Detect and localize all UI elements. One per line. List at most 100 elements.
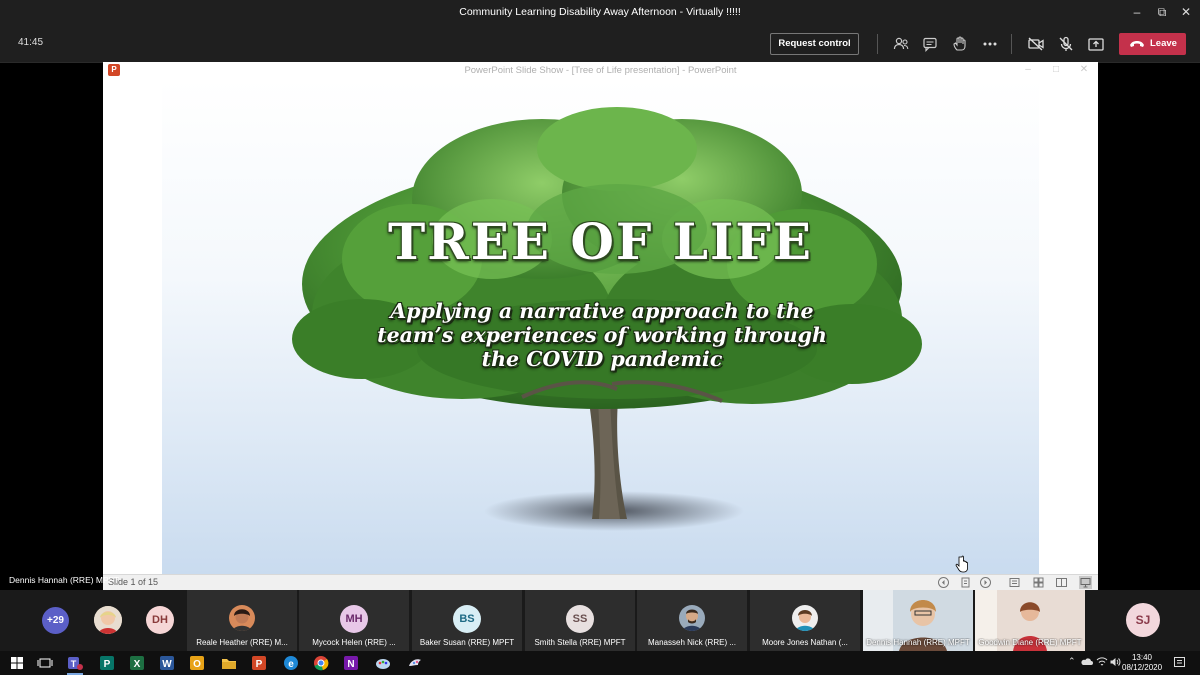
volume-icon[interactable] (1109, 656, 1121, 668)
word-icon[interactable]: W (158, 654, 176, 672)
participant-initials: BS (453, 605, 481, 633)
participant-initials: MH (340, 605, 368, 633)
participant-video-tile[interactable]: Dennis Hannah (RRE) MPFT (863, 590, 973, 651)
ppt-window-titlebar: P PowerPoint Slide Show - [Tree of Life … (103, 62, 1098, 79)
participant-avatar-photo[interactable] (94, 606, 122, 634)
file-explorer-icon[interactable] (220, 654, 238, 672)
ppt-window-title: PowerPoint Slide Show - [Tree of Life pr… (464, 65, 737, 76)
leave-label: Leave (1150, 38, 1177, 49)
publisher-icon[interactable]: P (98, 654, 116, 672)
slide-sorter-icon[interactable] (1032, 576, 1045, 589)
slide-subtitle-line: the COVID pandemic (481, 347, 723, 371)
participant-name: Moore Jones Nathan (... (762, 638, 848, 647)
svg-text:e: e (288, 659, 294, 670)
separator (877, 34, 878, 54)
edge-icon[interactable]: e (282, 654, 300, 672)
participant-video-tile[interactable]: Goodwin Diane (RRE) MPFT (975, 590, 1085, 651)
show-hidden-icons-icon[interactable]: ⌃ (1068, 656, 1076, 667)
raise-hand-icon[interactable] (950, 34, 970, 54)
powerpoint-icon[interactable]: P (250, 654, 268, 672)
participant-name: Manasseh Nick (RRE) ... (647, 638, 737, 647)
svg-text:O: O (193, 659, 201, 670)
participant-tile[interactable]: SS Smith Stella (RRE) MPFT (525, 590, 635, 651)
participant-name: Smith Stella (RRE) MPFT (534, 638, 626, 647)
paint-icon[interactable] (374, 654, 392, 672)
phone-hangup-icon (1130, 41, 1144, 47)
participant-initials-avatar[interactable]: DH (146, 606, 174, 634)
svg-text:P: P (104, 659, 111, 670)
slide-letterbox-right (1039, 79, 1098, 574)
task-view-icon[interactable] (36, 654, 54, 672)
ppt-close-icon[interactable]: ✕ (1077, 63, 1091, 77)
chat-icon[interactable] (920, 34, 940, 54)
excel-icon[interactable]: X (128, 654, 146, 672)
outlook-icon[interactable]: O (188, 654, 206, 672)
chrome-icon[interactable] (312, 654, 330, 672)
presenter-name-label: Dennis Hannah (RRE) MPFT (9, 575, 120, 585)
onenote-icon[interactable]: N (342, 654, 360, 672)
hand-cursor-icon (955, 555, 968, 573)
participant-initials: SS (566, 605, 594, 633)
participant-strip: +29 DH Reale Heather (RRE) M... MH Mycoc… (0, 590, 1200, 651)
slide-title: TREE OF LIFE (387, 212, 813, 271)
windows-taskbar: T P X W O P e N ⌃ 13:40 08/12/2020 (0, 651, 1200, 675)
participant-photo (229, 605, 255, 631)
svg-text:T: T (71, 659, 77, 669)
close-icon[interactable]: ✕ (1177, 4, 1195, 20)
next-slide-icon[interactable] (979, 576, 992, 589)
ppt-minimize-icon[interactable]: – (1021, 63, 1035, 77)
system-clock[interactable]: 13:40 08/12/2020 (1122, 653, 1162, 673)
participant-photo (679, 605, 705, 631)
more-actions-icon[interactable] (980, 34, 1000, 54)
teams-icon[interactable]: T (66, 654, 84, 675)
windows-start-icon[interactable] (8, 654, 26, 672)
participant-name: Goodwin Diane (RRE) MPFT (978, 638, 1082, 647)
participant-initials-avatar[interactable]: SJ (1126, 603, 1160, 637)
restore-icon[interactable]: ⧉ (1153, 4, 1171, 20)
participant-photo (792, 605, 818, 631)
window-titlebar: Community Learning Disability Away After… (0, 0, 1200, 25)
participant-name: Dennis Hannah (RRE) MPFT (866, 638, 970, 647)
more-participants-badge[interactable]: +29 (42, 607, 69, 634)
svg-text:X: X (134, 659, 141, 670)
people-icon[interactable] (891, 34, 911, 54)
camera-off-icon[interactable] (1026, 34, 1046, 54)
teams-meeting-window: Community Learning Disability Away After… (0, 0, 1200, 675)
participant-tile[interactable]: Moore Jones Nathan (... (750, 590, 860, 651)
share-tray-icon[interactable] (1086, 34, 1106, 54)
minimize-icon[interactable]: – (1128, 4, 1146, 20)
network-icon[interactable] (1096, 656, 1108, 668)
mic-off-icon[interactable] (1056, 34, 1076, 54)
participant-name: Reale Heather (RRE) M... (196, 638, 288, 647)
normal-view-icon[interactable] (1008, 576, 1021, 589)
participant-name: Mycock Helen (RRE) ... (312, 638, 396, 647)
svg-text:N: N (347, 659, 354, 670)
slide-subtitle-line: Applying a narrative approach to the (390, 299, 814, 323)
slide-subtitle: Applying a narrative approach to the tea… (322, 299, 882, 371)
ppt-restore-icon[interactable]: □ (1049, 63, 1063, 77)
participant-name: Baker Susan (RRE) MPFT (419, 638, 515, 647)
slide-list-icon[interactable] (959, 576, 972, 589)
svg-text:W: W (162, 659, 172, 670)
notifications-icon[interactable] (1173, 656, 1186, 669)
svg-text:P: P (256, 659, 263, 670)
participant-tile[interactable]: Reale Heather (RRE) M... (187, 590, 297, 651)
slide-letterbox-left (103, 79, 162, 574)
slide-subtitle-line: team’s experiences of working through (377, 323, 827, 347)
participant-tile[interactable]: BS Baker Susan (RRE) MPFT (412, 590, 522, 651)
onedrive-icon[interactable] (1081, 656, 1093, 668)
reading-view-icon[interactable] (1055, 576, 1068, 589)
request-control-button[interactable]: Request control (770, 33, 859, 55)
separator (1011, 34, 1012, 54)
presentation-slide[interactable]: TREE OF LIFE Applying a narrative approa… (162, 79, 1039, 574)
paint-3d-icon[interactable] (406, 654, 424, 672)
leave-button[interactable]: Leave (1119, 33, 1186, 55)
clock-time: 13:40 (1131, 653, 1153, 662)
participant-tile[interactable]: Manasseh Nick (RRE) ... (637, 590, 747, 651)
slideshow-view-icon[interactable] (1079, 576, 1092, 589)
window-title: Community Learning Disability Away After… (459, 6, 741, 18)
meeting-timer: 41:45 (18, 37, 44, 48)
participant-tile[interactable]: MH Mycock Helen (RRE) ... (299, 590, 409, 651)
slideshow-status-bar: Slide 1 of 15 (103, 574, 1098, 590)
previous-slide-icon[interactable] (937, 576, 950, 589)
